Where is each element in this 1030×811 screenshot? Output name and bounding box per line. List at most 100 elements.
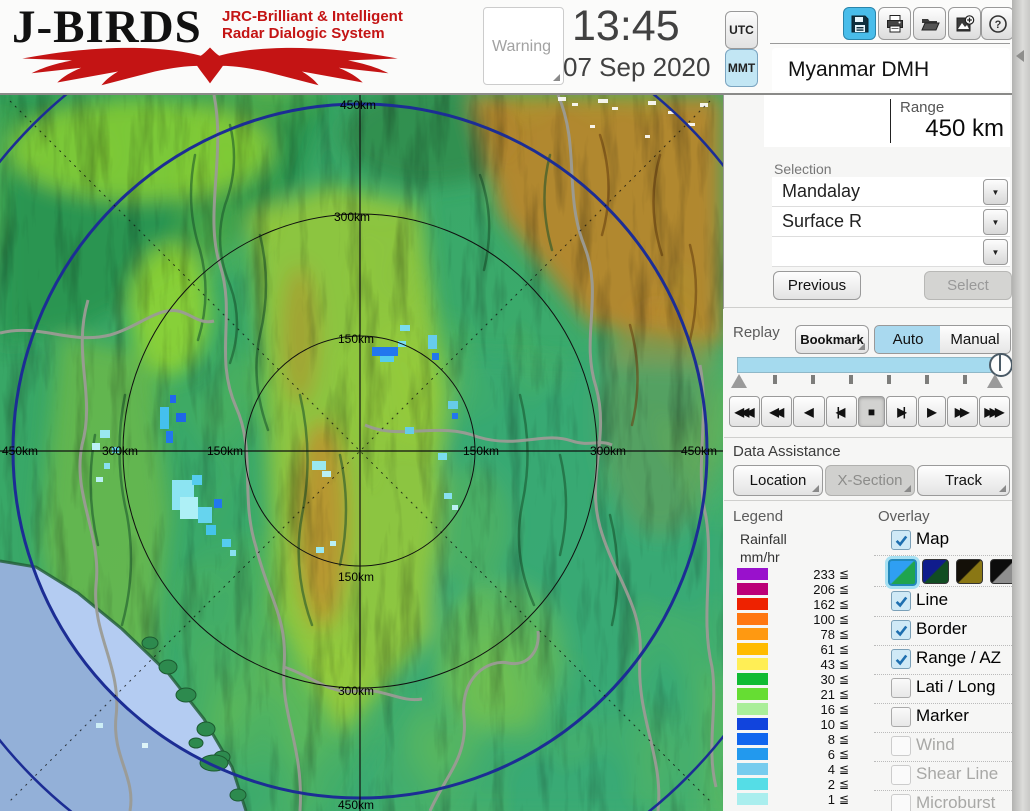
overlay-label: Line bbox=[916, 590, 949, 609]
legend-value: 233 bbox=[813, 567, 835, 582]
legend-lte: ≦ bbox=[839, 567, 850, 581]
product-dropdown[interactable]: Surface R ▼ bbox=[772, 207, 1010, 237]
legend-value: 162 bbox=[813, 597, 835, 612]
option-dropdown[interactable]: ▼ bbox=[772, 237, 1010, 267]
manual-label: Manual bbox=[950, 331, 1000, 348]
step-back-button[interactable]: |◀ bbox=[825, 396, 857, 427]
range-az-checkbox[interactable] bbox=[891, 649, 911, 669]
legend-value: 61 bbox=[820, 642, 835, 657]
product-dropdown-button[interactable]: ▼ bbox=[983, 209, 1008, 235]
slider-tick bbox=[849, 375, 853, 384]
lati-long-checkbox[interactable] bbox=[891, 678, 911, 698]
print-button[interactable] bbox=[878, 7, 911, 40]
xsection-button[interactable]: X-Section bbox=[825, 465, 915, 496]
save-button[interactable] bbox=[843, 7, 876, 40]
legend-value: 8 bbox=[827, 732, 835, 747]
legend-swatch bbox=[737, 688, 768, 700]
overlay-label: Lati / Long bbox=[916, 677, 996, 696]
fast-forward-button[interactable]: ▶▶ bbox=[946, 396, 978, 427]
legend-lte: ≦ bbox=[839, 792, 850, 806]
replay-range-start-marker[interactable] bbox=[731, 374, 747, 388]
station-panel: Myanmar DMH bbox=[772, 48, 1010, 91]
map-checkbox[interactable] bbox=[891, 530, 911, 550]
legend-swatch bbox=[737, 733, 768, 745]
selection-label: Selection bbox=[774, 161, 832, 177]
stop-button[interactable]: ■ bbox=[857, 396, 886, 427]
station-dropdown-button[interactable]: ▼ bbox=[983, 179, 1008, 205]
wind-checkbox[interactable] bbox=[891, 736, 911, 756]
legend-row: 30 ≦ bbox=[737, 672, 867, 687]
legend-value: 2 bbox=[827, 777, 835, 792]
header-bar: J-BIRDS JRC-Brilliant & Intelligent Rada… bbox=[0, 0, 1030, 95]
warning-button[interactable]: Warning bbox=[483, 7, 564, 85]
legend-value: 206 bbox=[813, 582, 835, 597]
check-icon bbox=[895, 625, 908, 637]
folder-open-icon bbox=[920, 18, 940, 30]
legend-row: 2 ≦ bbox=[737, 777, 867, 792]
help-button[interactable]: ? bbox=[981, 7, 1014, 40]
legend-row: 206 ≦ bbox=[737, 582, 867, 597]
legend-swatch bbox=[737, 643, 768, 655]
option-dropdown-button[interactable]: ▼ bbox=[983, 239, 1008, 265]
legend-row: 78 ≦ bbox=[737, 627, 867, 642]
range-label: 450km bbox=[681, 444, 717, 458]
legend-lte: ≦ bbox=[839, 762, 850, 776]
replay-label: Replay bbox=[733, 324, 780, 341]
data-assistance-label: Data Assistance bbox=[733, 443, 841, 460]
jbirds-window: J-BIRDS JRC-Brilliant & Intelligent Rada… bbox=[0, 0, 1030, 811]
replay-range-end-marker[interactable] bbox=[987, 374, 1003, 388]
skip-to-start-button[interactable]: ◀◀◀ bbox=[729, 396, 761, 427]
add-image-button[interactable] bbox=[948, 7, 981, 40]
range-label: 150km bbox=[338, 332, 374, 346]
overlay-label: Map bbox=[916, 529, 950, 548]
manual-mode-button[interactable]: Manual bbox=[940, 325, 1011, 354]
replay-slider-track[interactable] bbox=[737, 353, 1013, 377]
station-dropdown[interactable]: Mandalay ▼ bbox=[772, 177, 1010, 207]
marker-checkbox[interactable] bbox=[891, 707, 911, 727]
eagle-logo-icon bbox=[22, 47, 398, 86]
step-forward-button[interactable]: ▶| bbox=[886, 396, 918, 427]
range-label-text: Range bbox=[900, 99, 945, 116]
track-button[interactable]: Track bbox=[917, 465, 1010, 496]
location-label: Location bbox=[749, 472, 807, 489]
panel-collapse-arrow[interactable] bbox=[1016, 50, 1024, 62]
microburst-checkbox[interactable] bbox=[891, 794, 911, 811]
play-button[interactable]: ▶ bbox=[918, 396, 946, 427]
radar-map-view[interactable]: 450km 300km 150km 150km 300km 450km 450k… bbox=[0, 0, 824, 811]
legend-section-label: Legend bbox=[733, 508, 784, 525]
bookmark-label: Bookmark bbox=[800, 332, 864, 347]
shear-line-checkbox[interactable] bbox=[891, 765, 911, 785]
map-style-row bbox=[874, 555, 1017, 587]
map-style-navy-darkgreen[interactable] bbox=[922, 559, 949, 584]
fast-rewind-button[interactable]: ◀◀ bbox=[761, 396, 793, 427]
location-button[interactable]: Location bbox=[733, 465, 823, 496]
utc-button[interactable]: UTC bbox=[725, 11, 758, 49]
legend-row: 6 ≦ bbox=[737, 747, 867, 762]
range-divider bbox=[890, 99, 891, 143]
legend-lte: ≦ bbox=[839, 672, 850, 686]
bookmark-button[interactable]: Bookmark bbox=[795, 325, 869, 354]
select-button[interactable]: Select bbox=[924, 271, 1012, 300]
legend-value: 30 bbox=[820, 672, 835, 687]
map-style-black-olive[interactable] bbox=[956, 559, 983, 584]
legend-swatch bbox=[737, 763, 768, 775]
auto-mode-button[interactable]: Auto bbox=[874, 325, 942, 354]
legend-swatch bbox=[737, 703, 768, 715]
skip-to-end-button[interactable]: ▶▶▶ bbox=[978, 396, 1010, 427]
range-label: 150km bbox=[463, 444, 499, 458]
mmt-label: MMT bbox=[727, 61, 756, 75]
range-label: 150km bbox=[338, 570, 374, 584]
product-dropdown-value: Surface R bbox=[782, 211, 863, 231]
previous-button[interactable]: Previous bbox=[773, 271, 861, 300]
tagline-line1: JRC-Brilliant & Intelligent bbox=[222, 8, 403, 25]
open-folder-button[interactable] bbox=[913, 7, 946, 40]
legend-row: 1 ≦ bbox=[737, 792, 867, 807]
mmt-button[interactable]: MMT bbox=[725, 49, 758, 87]
legend-value: 4 bbox=[827, 762, 835, 777]
chevron-down-icon: ▼ bbox=[991, 217, 1000, 227]
rewind-button[interactable]: ◀ bbox=[793, 396, 825, 427]
section-divider bbox=[724, 437, 1012, 438]
border-checkbox[interactable] bbox=[891, 620, 911, 640]
map-style-blue-green[interactable] bbox=[888, 559, 917, 586]
line-checkbox[interactable] bbox=[891, 591, 911, 611]
